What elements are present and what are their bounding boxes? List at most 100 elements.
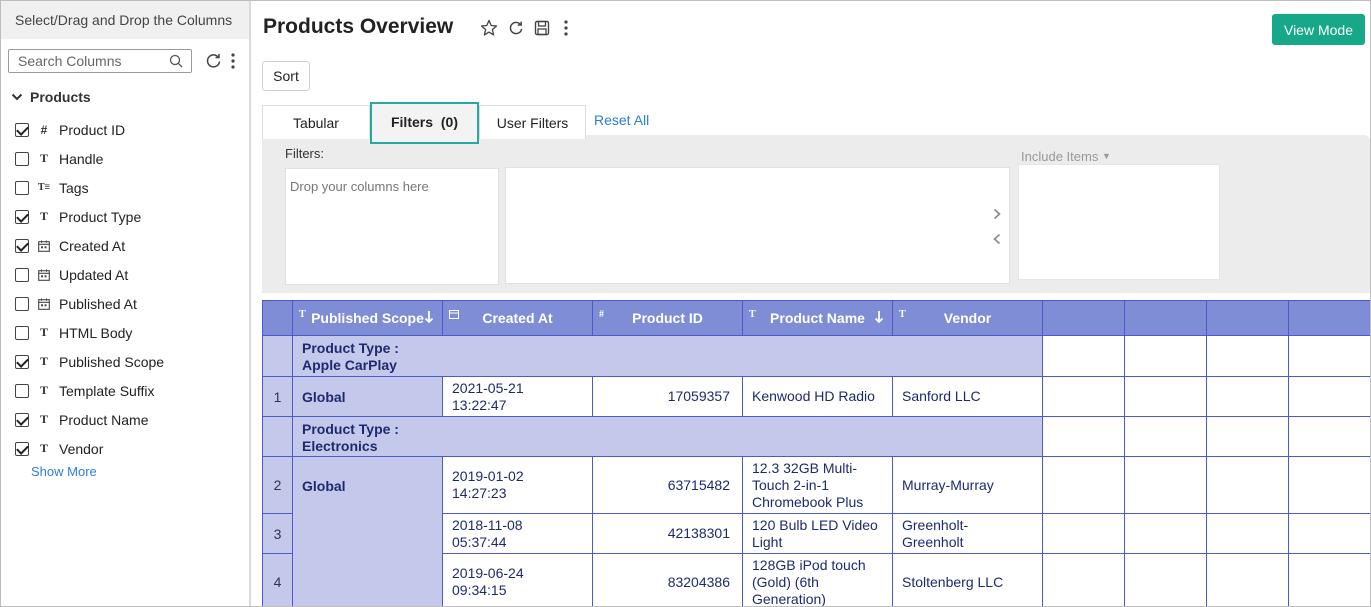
column-label: HTML Body [59,324,133,341]
product-name-cell[interactable]: 120 Bulb LED Video Light [742,513,893,554]
published-scope-cell[interactable]: Global [292,376,443,417]
column-label: Product Type [59,208,142,225]
main-content: Products Overview View Mode Sort Filters… [253,1,1370,606]
product-id-cell[interactable]: 63715482 [592,456,743,514]
vendor-cell[interactable]: Murray-Murray [892,456,1043,514]
column-item[interactable]: T≡ Tags [15,173,245,202]
tab-user-filters[interactable]: User Filters [479,105,586,139]
column-item[interactable]: T Template Suffix [15,376,245,405]
table-row[interactable]: 2 Global 2019-01-02 14:27:23 63715482 12.… [262,456,1370,606]
group-label-cell[interactable]: Product Type : Apple CarPlay [292,335,1043,377]
column-item[interactable]: T Product Name [15,405,245,434]
star-icon[interactable] [480,19,498,37]
column-item[interactable]: Created At [15,231,245,260]
column-checkbox[interactable] [15,267,29,282]
created-at-cell[interactable]: 2019-06-24 09:34:15 [442,553,593,606]
created-time: 14:27:23 [452,485,507,501]
text-type-icon: T [39,383,48,397]
column-label: Created At [59,237,126,254]
product-name-cell[interactable]: 12.3 32GB Multi- Touch 2-in-1 Chromebook P… [742,456,893,514]
created-at-cell[interactable]: 2021-05-21 13:22:47 [442,376,593,417]
empty-cell [1042,553,1125,606]
column-checkbox[interactable] [15,296,29,311]
row-number-cell: 4 [262,553,293,606]
sort-descending-icon[interactable] [424,310,434,324]
empty-cell [1042,376,1125,417]
header-product-id[interactable]: # Product ID [592,300,743,336]
include-items-dropdown[interactable]: Include Items ▼ [1021,149,1111,164]
column-checkbox[interactable] [15,238,29,253]
tab-tabular[interactable]: Tabular [262,105,370,139]
move-right-icon[interactable] [992,208,1002,220]
move-left-icon[interactable] [992,233,1002,245]
empty-cell [1042,513,1125,554]
published-scope-cell[interactable]: Global [292,456,443,606]
save-icon[interactable] [534,20,550,36]
column-item[interactable]: Published At [15,289,245,318]
group-label-cell[interactable]: Product Type : Electronics [292,416,1043,457]
include-items-list[interactable] [1018,164,1220,280]
column-item[interactable]: T HTML Body [15,318,245,347]
reset-all-link[interactable]: Reset All [594,112,649,128]
vendor-cell[interactable]: Stoltenberg LLC [892,553,1043,606]
product-name-line: 12.3 32GB Multi- [752,459,858,476]
sort-descending-icon[interactable] [874,310,884,324]
column-checkbox[interactable] [15,354,29,369]
product-name-cell[interactable]: Kenwood HD Radio [742,376,893,417]
tab-filters-label: Filters [390,114,433,130]
header-created-at[interactable]: Created At [442,300,593,336]
group-label-value: Apple CarPlay [302,357,397,373]
column-label: Product Name [59,411,149,428]
empty-header [1124,300,1207,336]
column-checkbox[interactable] [15,151,29,166]
column-item[interactable]: Updated At [15,260,245,289]
created-at-cell[interactable]: 2019-01-02 14:27:23 [442,456,593,514]
column-checkbox[interactable] [15,122,29,137]
column-checkbox[interactable] [15,325,29,340]
column-item[interactable]: T Published Scope [15,347,245,376]
product-id-cell[interactable]: 17059357 [592,376,743,417]
empty-cell [1124,335,1207,377]
table-row[interactable]: 1 Global 2021-05-21 13:22:47 17059357 Ken… [262,376,1370,417]
header-vendor[interactable]: T Vendor [892,300,1043,336]
product-id-cell[interactable]: 42138301 [592,513,743,554]
row-number-header [262,300,293,336]
column-item[interactable]: T Handle [15,144,245,173]
vendor-cell[interactable]: Sanford LLC [892,376,1043,417]
refresh-icon[interactable] [205,52,222,69]
created-at-cell[interactable]: 2018-11-08 05:37:44 [442,513,593,554]
column-checkbox[interactable] [15,383,29,398]
row-number-cell: 1 [262,376,293,417]
products-group-header[interactable]: Products [11,89,91,105]
column-item[interactable]: # Product ID [15,115,245,144]
header-product-name[interactable]: T Product Name [742,300,893,336]
product-name-cell[interactable]: 128GB iPod touch (Gold) (6th Generation) [742,553,893,606]
column-checkbox[interactable] [15,180,29,195]
empty-cell [1288,553,1370,606]
show-more-link[interactable]: Show More [31,464,97,479]
kebab-menu-icon[interactable] [230,52,236,70]
empty-cell [1206,553,1289,606]
column-checkbox[interactable] [15,441,29,456]
search-columns-input[interactable] [9,50,159,72]
column-item[interactable]: T Product Type [15,202,245,231]
filter-drop-zone[interactable]: Drop your columns here [285,168,499,285]
empty-cell [1042,416,1125,457]
empty-cell [1288,513,1370,554]
text-type-icon: T [39,325,48,339]
filter-values-area[interactable] [505,167,1010,284]
sort-button[interactable]: Sort [262,61,310,91]
column-checkbox[interactable] [15,412,29,427]
column-item[interactable]: T Vendor [15,434,245,463]
product-id-cell[interactable]: 83204386 [592,553,743,606]
vendor-cell[interactable]: Greenholt- Greenholt [892,513,1043,554]
text-type-icon: T [39,151,48,165]
more-options-icon[interactable] [563,19,569,37]
search-icon[interactable] [169,54,183,68]
view-mode-button[interactable]: View Mode [1272,14,1365,45]
header-published-scope[interactable]: T Published Scope [292,300,443,336]
column-checkbox[interactable] [15,209,29,224]
reload-icon[interactable] [508,20,524,36]
calendar-icon [37,269,51,281]
tab-filters[interactable]: Filters (0) [370,102,479,144]
